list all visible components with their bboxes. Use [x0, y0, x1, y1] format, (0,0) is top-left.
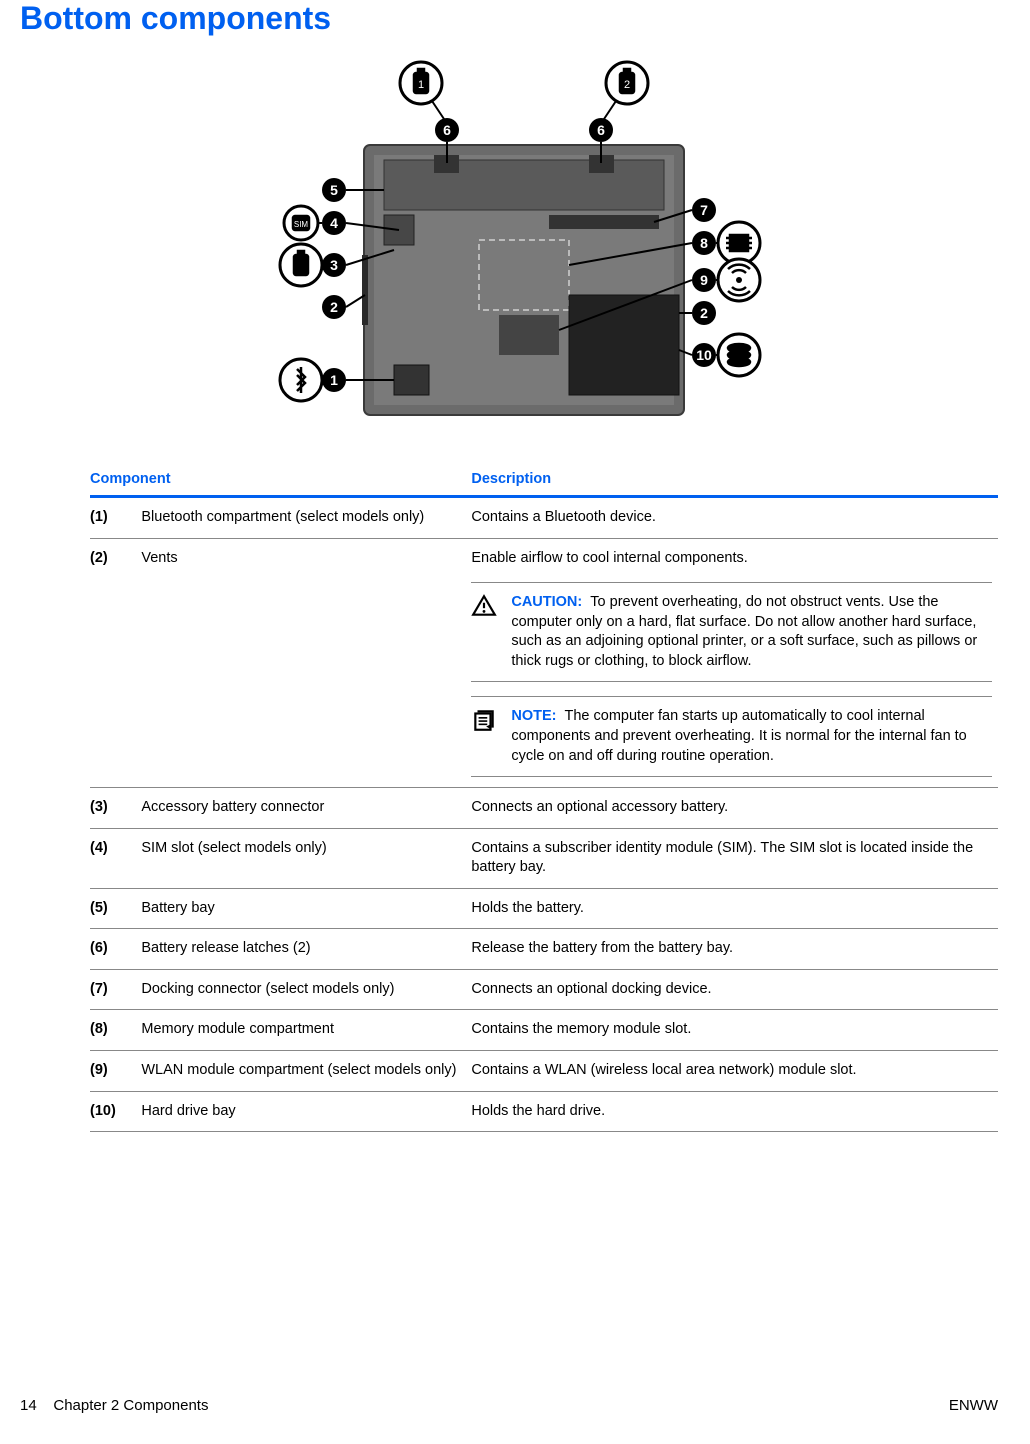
note-icon: [471, 707, 501, 766]
table-row: (8)Memory module compartmentContains the…: [90, 1010, 998, 1051]
row-description: Contains a subscriber identity module (S…: [471, 828, 998, 888]
svg-text:3: 3: [330, 257, 338, 273]
row-component: Docking connector (select models only): [141, 969, 471, 1010]
svg-text:9: 9: [700, 272, 708, 288]
row-index: (8): [90, 1010, 141, 1051]
row-description: Contains a Bluetooth device.: [471, 497, 998, 539]
row-index: (10): [90, 1091, 141, 1132]
table-row: (7)Docking connector (select models only…: [90, 969, 998, 1010]
table-row: (9)WLAN module compartment (select model…: [90, 1051, 998, 1092]
table-row: (10)Hard drive bayHolds the hard drive.: [90, 1091, 998, 1132]
row-index: (3): [90, 788, 141, 829]
row-component: Battery release latches (2): [141, 929, 471, 970]
footer-right: ENWW: [949, 1397, 998, 1414]
row-description: Contains a WLAN (wireless local area net…: [471, 1051, 998, 1092]
col-description: Description: [471, 463, 998, 497]
row-component: Hard drive bay: [141, 1091, 471, 1132]
svg-text:10: 10: [696, 347, 712, 363]
caution-callout: CAUTION: To prevent overheating, do not …: [471, 582, 992, 682]
svg-text:6: 6: [597, 122, 605, 138]
bottom-components-diagram: 6 6 5 4 3 2 1 7 8 9 2 10: [249, 55, 769, 435]
callout-label: CAUTION:: [511, 594, 586, 610]
page-footer: 14 Chapter 2 Components ENWW: [20, 1397, 998, 1414]
callout-text: CAUTION: To prevent overheating, do not …: [511, 593, 992, 671]
caution-icon: [471, 593, 501, 671]
table-row: (6)Battery release latches (2)Release th…: [90, 929, 998, 970]
svg-text:1: 1: [418, 79, 424, 91]
row-index: (6): [90, 929, 141, 970]
svg-text:2: 2: [624, 79, 630, 91]
page-number: 14: [20, 1397, 37, 1414]
row-component: SIM slot (select models only): [141, 828, 471, 888]
row-component: Memory module compartment: [141, 1010, 471, 1051]
row-description: Connects an optional accessory battery.: [471, 788, 998, 829]
row-description: Contains the memory module slot.: [471, 1010, 998, 1051]
note-callout: NOTE: The computer fan starts up automat…: [471, 696, 992, 777]
svg-text:2: 2: [330, 299, 338, 315]
callout-text: NOTE: The computer fan starts up automat…: [511, 707, 992, 766]
col-component: Component: [90, 463, 471, 497]
row-index: (4): [90, 828, 141, 888]
page-title: Bottom components: [20, 0, 998, 37]
row-index: (7): [90, 969, 141, 1010]
row-index: (2): [90, 538, 141, 788]
row-component: Accessory battery connector: [141, 788, 471, 829]
row-description: Release the battery from the battery bay…: [471, 929, 998, 970]
table-row: (1)Bluetooth compartment (select models …: [90, 497, 998, 539]
svg-text:2: 2: [700, 305, 708, 321]
table-row: (2)VentsEnable airflow to cool internal …: [90, 538, 998, 788]
row-description: Holds the battery.: [471, 888, 998, 929]
table-row: (4)SIM slot (select models only)Contains…: [90, 828, 998, 888]
components-table: Component Description (1)Bluetooth compa…: [90, 463, 998, 1132]
row-description: Enable airflow to cool internal componen…: [471, 538, 998, 788]
table-row: (3)Accessory battery connectorConnects a…: [90, 788, 998, 829]
row-component: WLAN module compartment (select models o…: [141, 1051, 471, 1092]
svg-text:6: 6: [443, 122, 451, 138]
svg-text:1: 1: [330, 372, 338, 388]
row-index: (9): [90, 1051, 141, 1092]
row-component: Vents: [141, 538, 471, 788]
row-component: Bluetooth compartment (select models onl…: [141, 497, 471, 539]
svg-text:SIM: SIM: [294, 220, 309, 229]
row-index: (1): [90, 497, 141, 539]
svg-text:7: 7: [700, 202, 708, 218]
row-description: Connects an optional docking device.: [471, 969, 998, 1010]
row-description: Holds the hard drive.: [471, 1091, 998, 1132]
svg-text:4: 4: [330, 215, 338, 231]
svg-text:8: 8: [700, 235, 708, 251]
row-component: Battery bay: [141, 888, 471, 929]
chapter-label: Chapter 2 Components: [53, 1397, 208, 1414]
svg-text:5: 5: [330, 182, 338, 198]
row-index: (5): [90, 888, 141, 929]
callout-label: NOTE:: [511, 708, 560, 724]
table-row: (5)Battery bayHolds the battery.: [90, 888, 998, 929]
diagram-figure: 6 6 5 4 3 2 1 7 8 9 2 10: [20, 55, 998, 439]
